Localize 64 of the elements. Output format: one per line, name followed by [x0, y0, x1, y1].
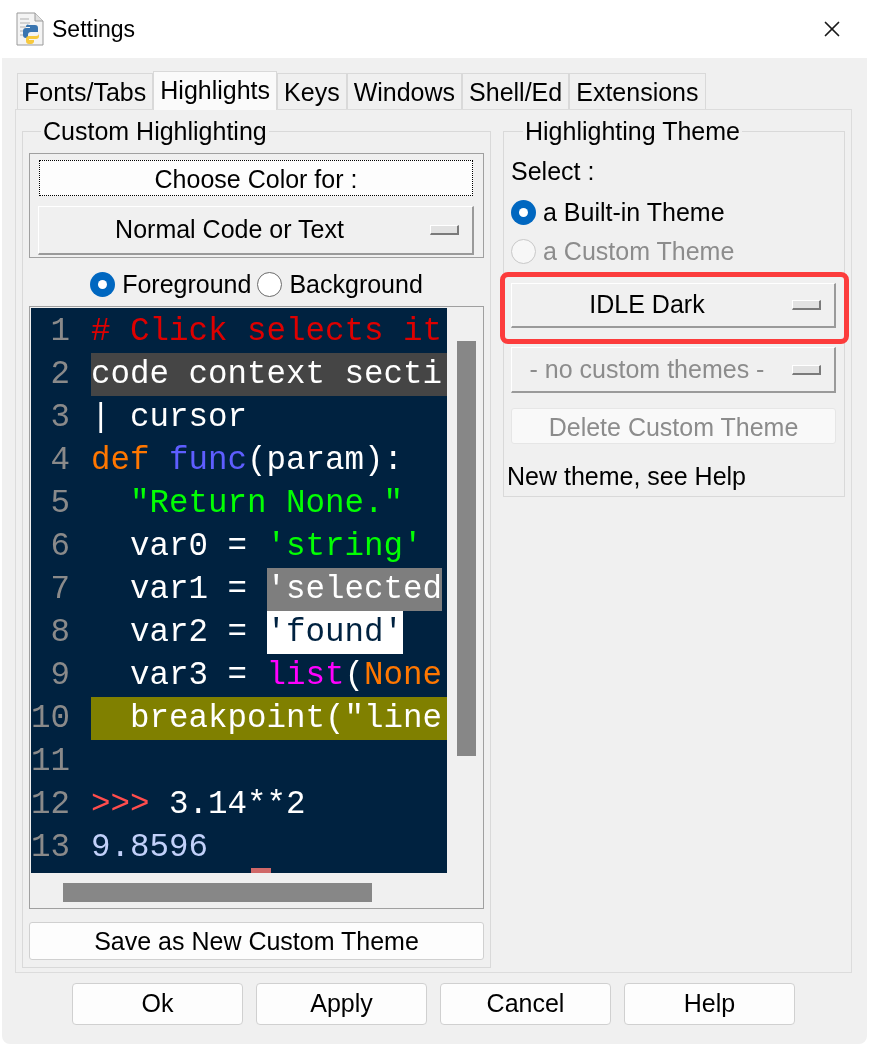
marker-icon	[251, 868, 271, 873]
code-text: func	[169, 442, 248, 479]
code-text: None	[364, 657, 443, 694]
code-text: 'string'	[266, 528, 423, 565]
dialog-button[interactable]: Ok	[72, 983, 243, 1025]
group-title: Highlighting Theme	[524, 117, 741, 145]
menu-indicator-icon	[430, 225, 459, 235]
line-number: 5	[50, 485, 70, 522]
scrollbar-thumb[interactable]	[457, 341, 476, 756]
line-number: 4	[50, 442, 70, 479]
line-number: 8	[50, 614, 70, 651]
line-number: 11	[31, 743, 70, 780]
line-number: 12	[31, 786, 70, 823]
dropdown-menu-button[interactable]: IDLE Dark	[511, 283, 836, 328]
radio-option[interactable]: a Built-in Theme	[511, 198, 725, 227]
select-label: Select :	[511, 157, 595, 185]
code-text: var3 =	[130, 657, 248, 694]
code-text: (	[344, 657, 365, 694]
save-theme-button[interactable]: Save as New Custom Theme	[29, 922, 484, 960]
code-text: code context secti	[91, 356, 443, 393]
selected-text-highlight: 'selected	[266, 568, 443, 611]
line-number: 9	[50, 657, 70, 694]
found-text-highlight: 'found'	[266, 611, 404, 654]
tab[interactable]: Keys	[277, 73, 347, 109]
code-text: var1 =	[130, 571, 248, 608]
code-sample-editor[interactable]	[31, 308, 447, 873]
code-text: 9.8596	[91, 829, 209, 866]
tab[interactable]: Fonts/Tabs	[17, 73, 154, 109]
code-text: list	[266, 657, 345, 694]
dialog-button[interactable]: Help	[624, 983, 795, 1025]
tab[interactable]: Highlights	[153, 71, 278, 110]
code-text: | cursor	[91, 399, 248, 436]
scrollbar-thumb[interactable]	[63, 883, 372, 902]
line-number: 2	[50, 356, 70, 393]
dialog-button[interactable]: Cancel	[440, 983, 611, 1025]
code-text: "Return None."	[130, 485, 404, 522]
line-number: 1	[50, 313, 70, 350]
line-number: 7	[50, 571, 70, 608]
dialog-button[interactable]: Apply	[256, 983, 427, 1025]
radio-option[interactable]: Foreground	[90, 270, 252, 298]
code-text: # Click selects it	[91, 313, 443, 350]
line-number: 10	[31, 700, 70, 737]
code-text: breakpoint("line	[130, 700, 443, 737]
code-text: def	[91, 442, 150, 479]
code-text: 3.14**2	[169, 786, 306, 823]
help-note: New theme, see Help	[507, 462, 746, 490]
code-text: (param):	[247, 442, 404, 479]
window-title: Settings	[52, 14, 136, 44]
code-text: var0 =	[130, 528, 248, 565]
menu-indicator-icon	[792, 364, 821, 375]
menu-indicator-icon	[792, 300, 821, 310]
dropdown-menu-button[interactable]: Normal Code or Text	[38, 206, 474, 255]
line-number: 3	[50, 399, 70, 436]
app-icon	[15, 12, 45, 46]
tab[interactable]: Shell/Ed	[462, 73, 570, 109]
radio-option[interactable]: Background	[257, 270, 423, 298]
group-title: Custom Highlighting	[42, 117, 268, 145]
code-text: var2 =	[130, 614, 248, 651]
tab[interactable]: Windows	[346, 73, 463, 109]
choose-color-button[interactable]: Choose Color for :	[39, 160, 473, 196]
line-number: 13	[31, 829, 70, 866]
code-text: >>>	[91, 786, 150, 823]
tab[interactable]: Extensions	[569, 73, 706, 109]
line-number: 6	[50, 528, 70, 565]
